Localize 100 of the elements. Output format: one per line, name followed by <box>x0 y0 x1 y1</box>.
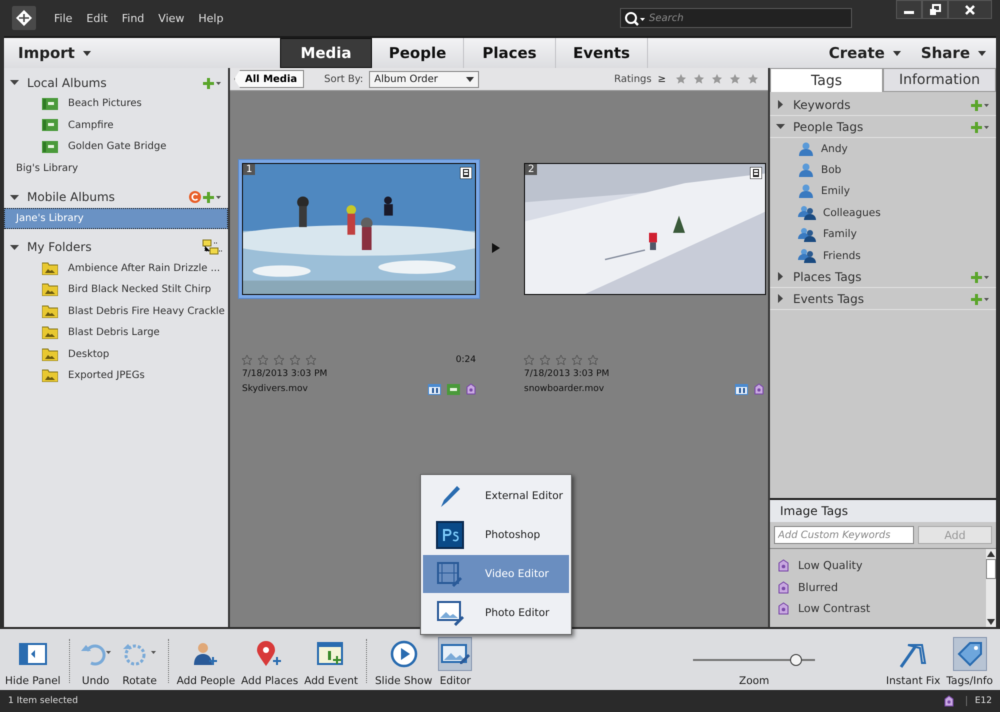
expand-icon[interactable] <box>776 122 785 131</box>
sidebar-item[interactable]: Campfire <box>4 114 228 136</box>
sidebar-item[interactable]: Ambience After Rain Drizzle ... <box>4 258 228 278</box>
menu-item[interactable]: Edit <box>86 12 108 24</box>
ratings-operator[interactable]: ≥ <box>658 74 666 84</box>
tag-category[interactable]: Events Tags <box>793 292 864 306</box>
toolbar-button[interactable]: Tags/Info <box>943 635 996 687</box>
scrollbar[interactable] <box>986 549 996 627</box>
people-tag[interactable]: Emily <box>770 180 996 202</box>
scroll-up-icon[interactable] <box>987 551 995 557</box>
close-button[interactable] <box>948 0 992 19</box>
image-tag[interactable]: Low Quality <box>778 555 986 576</box>
menu-item[interactable]: Find <box>122 12 144 24</box>
section-title[interactable]: Local Albums <box>27 76 107 90</box>
tag-category[interactable]: Places Tags <box>793 270 862 284</box>
add-icon[interactable] <box>202 76 222 88</box>
menu-item[interactable]: Photo Editor <box>423 594 569 632</box>
expand-icon[interactable] <box>776 272 785 282</box>
all-media-button[interactable]: All Media <box>234 70 304 88</box>
add-icon[interactable] <box>970 120 990 132</box>
sidebar-item[interactable]: Beach Pictures <box>4 93 228 114</box>
album-icon <box>42 98 58 110</box>
panel-tab[interactable]: Information <box>883 68 996 92</box>
rating-star[interactable] <box>524 355 534 365</box>
image-tag[interactable]: Blurred <box>778 576 986 598</box>
share-button[interactable]: Share <box>910 38 996 68</box>
rating-star[interactable] <box>242 355 252 365</box>
tag-category[interactable]: Keywords <box>793 98 851 112</box>
sidebar-item[interactable]: Big's Library <box>4 158 228 178</box>
rating-star[interactable] <box>712 74 722 84</box>
rating-star[interactable] <box>540 355 550 365</box>
panel-tab[interactable]: Tags <box>770 68 883 92</box>
people-tag[interactable]: Andy <box>770 138 996 160</box>
sync-icon[interactable] <box>189 191 201 203</box>
sidebar-item[interactable]: Golden Gate Bridge <box>4 136 228 157</box>
toolbar-button[interactable]: Rotate <box>116 635 163 687</box>
toolbar-button[interactable]: Undo <box>74 635 117 687</box>
sort-dropdown[interactable]: Album Order <box>369 70 480 88</box>
status-text: 1 Item selected <box>8 696 78 706</box>
menu-item[interactable]: File <box>54 12 72 24</box>
rating-star[interactable] <box>258 355 268 365</box>
rating-star[interactable] <box>290 355 300 365</box>
people-tag[interactable]: Bob <box>770 159 996 181</box>
rating-star[interactable] <box>274 355 284 365</box>
rating-star[interactable] <box>556 355 566 365</box>
people-tag[interactable]: Friends <box>770 244 996 266</box>
expand-icon[interactable] <box>10 192 19 202</box>
people-tag[interactable]: Family <box>770 224 996 245</box>
expand-icon[interactable] <box>10 78 19 87</box>
restore-button[interactable] <box>922 0 948 19</box>
caret-icon <box>466 76 474 82</box>
ratings-label: Ratings <box>614 74 652 84</box>
rating-star[interactable] <box>748 74 758 84</box>
rating-star[interactable] <box>572 355 582 365</box>
expand-icon[interactable] <box>776 100 785 109</box>
search-field[interactable]: Search <box>620 8 852 28</box>
rating-star[interactable] <box>306 355 316 365</box>
smart-tag-icon <box>778 559 789 572</box>
menu-item[interactable]: Help <box>198 12 224 24</box>
menu-item[interactable]: External Editor <box>423 477 569 515</box>
people-tag[interactable]: Colleagues <box>770 202 996 224</box>
add-icon[interactable] <box>202 191 222 203</box>
toolbar-button[interactable]: Slide Show <box>372 635 436 687</box>
section-title[interactable]: My Folders <box>27 240 92 254</box>
expand-icon[interactable] <box>776 294 785 304</box>
slider-thumb[interactable] <box>790 654 802 666</box>
toolbar-button[interactable]: Add People <box>174 635 238 687</box>
duration-label: 0:24 <box>456 355 476 365</box>
toolbar-button[interactable]: Add Places <box>238 635 302 687</box>
sidebar-item[interactable]: Desktop <box>4 344 228 364</box>
folder-tree-icon[interactable] <box>202 239 222 255</box>
tag-category[interactable]: People Tags <box>793 120 864 134</box>
sidebar-item[interactable]: Exported JPEGs <box>4 365 228 386</box>
rating-star[interactable] <box>676 74 686 84</box>
expand-stack-icon[interactable] <box>492 243 500 253</box>
rating-star[interactable] <box>730 74 740 84</box>
media-thumbnail[interactable]: 1 <box>238 159 480 299</box>
add-icon[interactable] <box>970 292 990 305</box>
toolbar-button[interactable]: Add Event <box>301 635 361 687</box>
import-button[interactable]: Import <box>4 38 264 68</box>
toolbar-button[interactable]: Hide Panel <box>2 635 64 687</box>
image-tag[interactable]: Low Contrast <box>778 598 986 620</box>
sidebar-item[interactable]: Blast Debris Large <box>4 322 228 343</box>
rating-star[interactable] <box>694 74 704 84</box>
rating-star[interactable] <box>588 355 598 365</box>
scroll-down-icon[interactable] <box>987 619 995 625</box>
menu-item[interactable]: View <box>158 12 184 24</box>
sidebar-item[interactable]: Bird Black Necked Stilt Chirp <box>4 279 228 300</box>
add-icon[interactable] <box>970 98 990 110</box>
sort-label: Sort By: <box>324 74 364 84</box>
create-button[interactable]: Create <box>818 38 911 68</box>
add-icon[interactable] <box>970 270 990 283</box>
toolbar-button[interactable]: Instant Fix <box>883 635 944 687</box>
menu-item[interactable]: Photoshop <box>423 516 569 554</box>
sidebar-item[interactable]: Blast Debris Fire Heavy Crackle <box>4 300 228 322</box>
minimize-button[interactable] <box>896 0 922 19</box>
nav-tab[interactable]: Media <box>280 38 372 68</box>
caret-icon <box>892 50 901 56</box>
expand-icon[interactable] <box>10 242 19 252</box>
section-title[interactable]: Mobile Albums <box>27 190 115 204</box>
